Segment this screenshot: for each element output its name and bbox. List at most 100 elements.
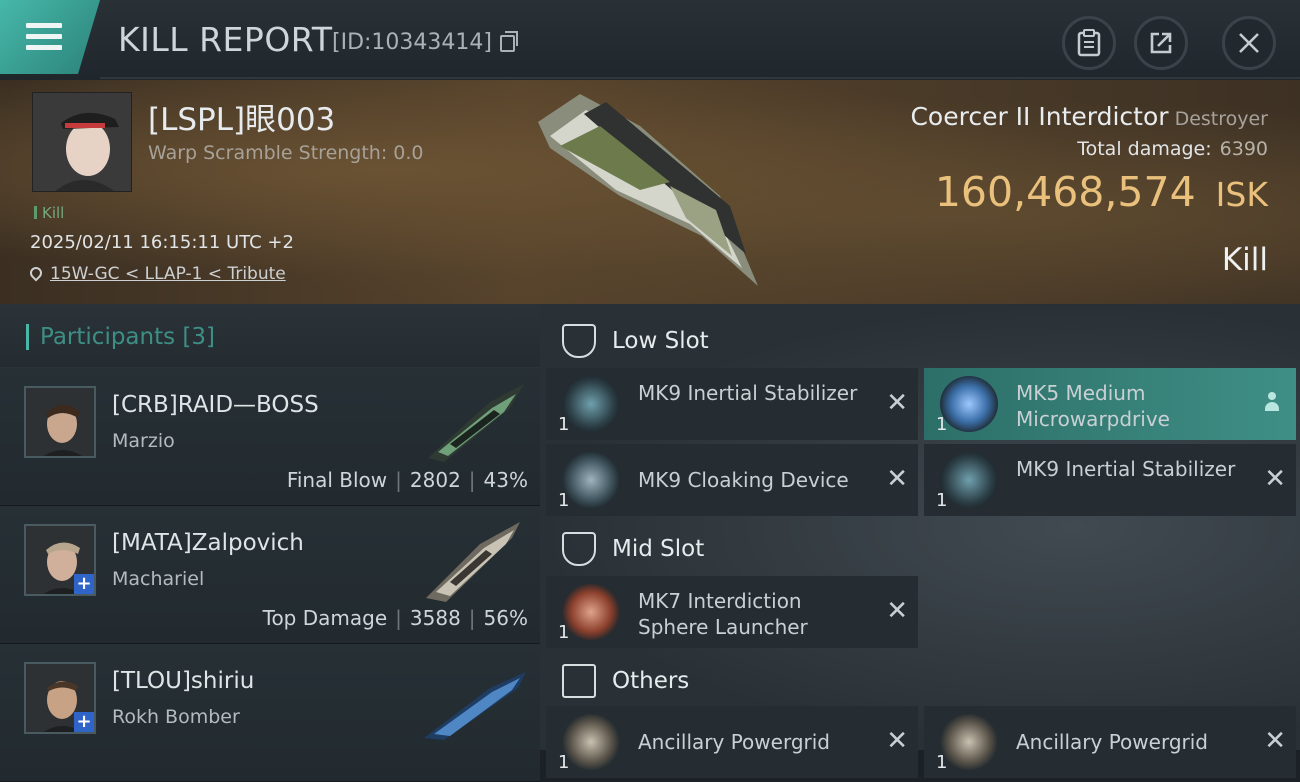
fitting-item[interactable]: 1 MK9 Inertial Stabilizer ✕ (546, 368, 918, 440)
kill-report-header: KILL REPORT [ID:10343414] (0, 0, 1300, 80)
participant-avatar[interactable]: + (24, 662, 96, 734)
participant-avatar[interactable]: + (24, 524, 96, 596)
cube-icon (562, 664, 596, 698)
item-quantity: 1 (936, 752, 948, 773)
fittings-panel: Low Slot 1 MK9 Inertial Stabilizer ✕ 1 M… (540, 304, 1300, 778)
close-icon[interactable]: ✕ (886, 596, 908, 626)
kill-datetime: 2025/02/11 16:15:11 UTC +2 (30, 232, 294, 253)
stat-separator: | (395, 468, 402, 492)
participant-name: [TLOU]shiriu (112, 668, 255, 694)
location-pin-icon (27, 264, 45, 282)
participant-role: Final Blow (286, 468, 388, 492)
close-icon[interactable]: ✕ (886, 388, 908, 418)
isk-value: 160,468,574 ISK (935, 168, 1268, 216)
fitting-item[interactable]: 1 MK5 Medium Microwarpdrive (924, 368, 1296, 440)
close-icon (1239, 33, 1259, 53)
person-icon (1264, 392, 1280, 412)
mid-slot-section: Mid Slot (546, 516, 1300, 580)
result-label: Kill (1221, 242, 1268, 278)
pilot-portrait-icon (26, 388, 94, 456)
fitting-item[interactable]: 1 Ancillary Powergrid ✕ (546, 706, 918, 778)
item-name: MK9 Inertial Stabilizer (638, 381, 858, 405)
kill-location[interactable]: 15W-GC < LLAP-1 < Tribute (27, 264, 286, 284)
participant-percent: 56% (483, 606, 528, 630)
participant-row[interactable]: [CRB]RAID—BOSS Marzio Final Blow | 2802 | 43… (0, 368, 540, 506)
total-damage-label: Total damage: (1077, 138, 1212, 160)
participants-panel: Participants [3] [CRB]RAID—BOSS Marzio F… (0, 304, 540, 782)
participant-row[interactable]: + [TLOU]shiriu Rokh Bomber (0, 644, 540, 782)
victim-ship-image (538, 94, 758, 286)
menu-icon (26, 23, 62, 51)
item-quantity: 1 (558, 622, 570, 643)
powergrid-icon (562, 714, 620, 770)
fitting-item[interactable]: 1 Ancillary Powergrid ✕ (924, 706, 1296, 778)
item-name: MK5 Medium Microwarpdrive (1016, 381, 1170, 431)
microwarpdrive-icon (940, 376, 998, 432)
fitting-item[interactable]: 1 MK9 Inertial Stabilizer ✕ (924, 444, 1296, 516)
victim-portrait[interactable] (32, 92, 132, 192)
fitting-item[interactable]: 1 MK7 Interdiction Sphere Launcher ✕ (546, 576, 918, 648)
low-slot-section: Low Slot (546, 308, 1300, 372)
participant-name: [MATA]Zalpovich (112, 530, 304, 556)
close-icon[interactable]: ✕ (886, 464, 908, 494)
clipboard-icon (1077, 29, 1101, 57)
participants-accent-bar (26, 324, 29, 350)
participant-avatar[interactable] (24, 386, 96, 458)
kill-id: [ID:10343414] (332, 30, 492, 55)
warp-scramble-strength: Warp Scramble Strength: 0.0 (148, 142, 424, 164)
copy-icon[interactable] (500, 31, 518, 52)
participants-header[interactable]: Participants [3] (0, 304, 540, 368)
ship-class: Destroyer (1174, 108, 1268, 130)
share-button[interactable] (1134, 16, 1188, 70)
close-icon[interactable]: ✕ (1264, 464, 1286, 494)
total-damage-value: 6390 (1219, 138, 1268, 160)
pilot-portrait-icon (33, 93, 131, 191)
participant-stats: Final Blow | 2802 | 43% (287, 468, 528, 492)
isk-amount: 160,468,574 (934, 168, 1196, 216)
item-quantity: 1 (558, 490, 570, 511)
ship-type: Coercer II Interdictor (910, 102, 1169, 131)
section-title: Others (612, 668, 690, 694)
participant-ship: Rokh Bomber (112, 706, 240, 728)
participant-damage: 3588 (409, 606, 461, 630)
plus-badge-icon: + (74, 574, 94, 594)
participant-role: Top Damage (262, 606, 388, 630)
stat-separator: | (468, 468, 476, 492)
participant-ship-image (426, 522, 520, 602)
item-quantity: 1 (936, 490, 948, 511)
participant-row[interactable]: + [MATA]Zalpovich Machariel Top Damage | 3… (0, 506, 540, 644)
fitting-item[interactable]: 1 MK9 Cloaking Device ✕ (546, 444, 918, 516)
participant-ship-image (424, 672, 526, 740)
inertial-stabilizer-icon (940, 452, 998, 508)
close-icon[interactable]: ✕ (886, 726, 908, 756)
victim-name: [LSPL]眼003 (148, 102, 336, 138)
page-title: KILL REPORT (118, 20, 333, 59)
victim-ship: Coercer II Interdictor Destroyer (910, 102, 1268, 131)
interdiction-launcher-icon (562, 584, 620, 640)
shield-slot-icon (562, 532, 596, 566)
cloaking-device-icon (562, 452, 620, 508)
item-quantity: 1 (936, 414, 948, 435)
share-icon (1150, 32, 1172, 54)
victim-banner: [LSPL]眼003 Warp Scramble Strength: 0.0 K… (0, 80, 1300, 304)
location-link[interactable]: 15W-GC < LLAP-1 < Tribute (50, 264, 286, 284)
menu-button[interactable] (0, 0, 100, 74)
participant-name: [CRB]RAID—BOSS (112, 392, 319, 418)
item-name: Ancillary Powergrid (1016, 730, 1208, 754)
participant-ship: Machariel (112, 568, 205, 590)
total-damage: Total damage: 6390 (1077, 138, 1268, 160)
participant-ship-image (428, 384, 524, 462)
others-section: Others (546, 648, 1300, 712)
plus-badge-icon: + (74, 712, 94, 732)
isk-unit: ISK (1215, 175, 1268, 214)
item-name: MK9 Cloaking Device (638, 468, 849, 492)
header-divider (100, 77, 1300, 79)
close-icon[interactable]: ✕ (1264, 726, 1286, 756)
item-quantity: 1 (558, 414, 570, 435)
participant-percent: 43% (483, 468, 528, 492)
participant-ship: Marzio (112, 430, 175, 452)
clipboard-button[interactable] (1062, 16, 1116, 70)
stat-separator: | (468, 606, 476, 630)
close-button[interactable] (1222, 16, 1276, 70)
item-name: MK9 Inertial Stabilizer (1016, 457, 1236, 481)
